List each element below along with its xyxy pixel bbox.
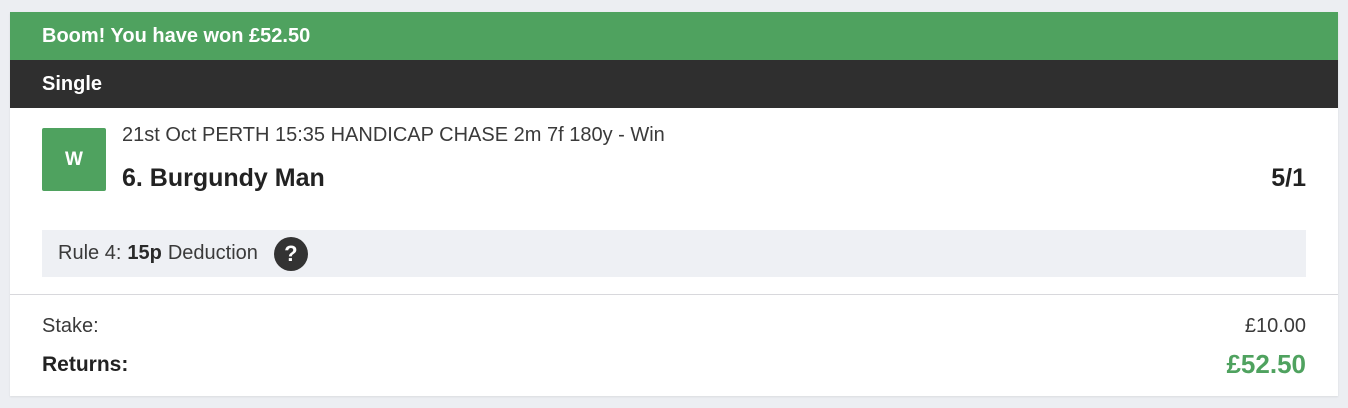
stake-label: Stake: [42, 315, 99, 337]
rule4-prefix: Rule 4: [58, 242, 122, 264]
bet-receipt-card: Boom! You have won £52.50 Single W 21st … [10, 12, 1338, 396]
win-result-badge: W [42, 128, 106, 191]
event-description: 21st Oct PERTH 15:35 HANDICAP CHASE 2m 7… [122, 124, 665, 146]
result-badge-letter: W [65, 148, 83, 170]
rule4-deduction-box: Rule 4: 15p Deduction ? [42, 230, 1306, 277]
returns-label: Returns: [42, 353, 129, 376]
win-banner: Boom! You have won £52.50 [10, 12, 1338, 60]
stake-value: £10.00 [1244, 315, 1306, 337]
bet-type-header: Single [10, 60, 1338, 108]
rule4-suffix: Deduction [167, 242, 258, 264]
selection-row: W 21st Oct PERTH 15:35 HANDICAP CHASE 2m… [10, 108, 1338, 295]
runner-name: 6. Burgundy Man [122, 164, 325, 192]
rule4-amount: 15p [127, 242, 162, 264]
win-banner-text: Boom! You have won £52.50 [42, 24, 311, 47]
bet-type-label: Single [42, 72, 103, 95]
bet-summary: Stake: £10.00 Returns: £52.50 [10, 295, 1338, 395]
question-mark-icon[interactable]: ? [273, 236, 308, 271]
odds-price: 5/1 [1271, 164, 1306, 192]
returns-value: £52.50 [1226, 349, 1306, 379]
